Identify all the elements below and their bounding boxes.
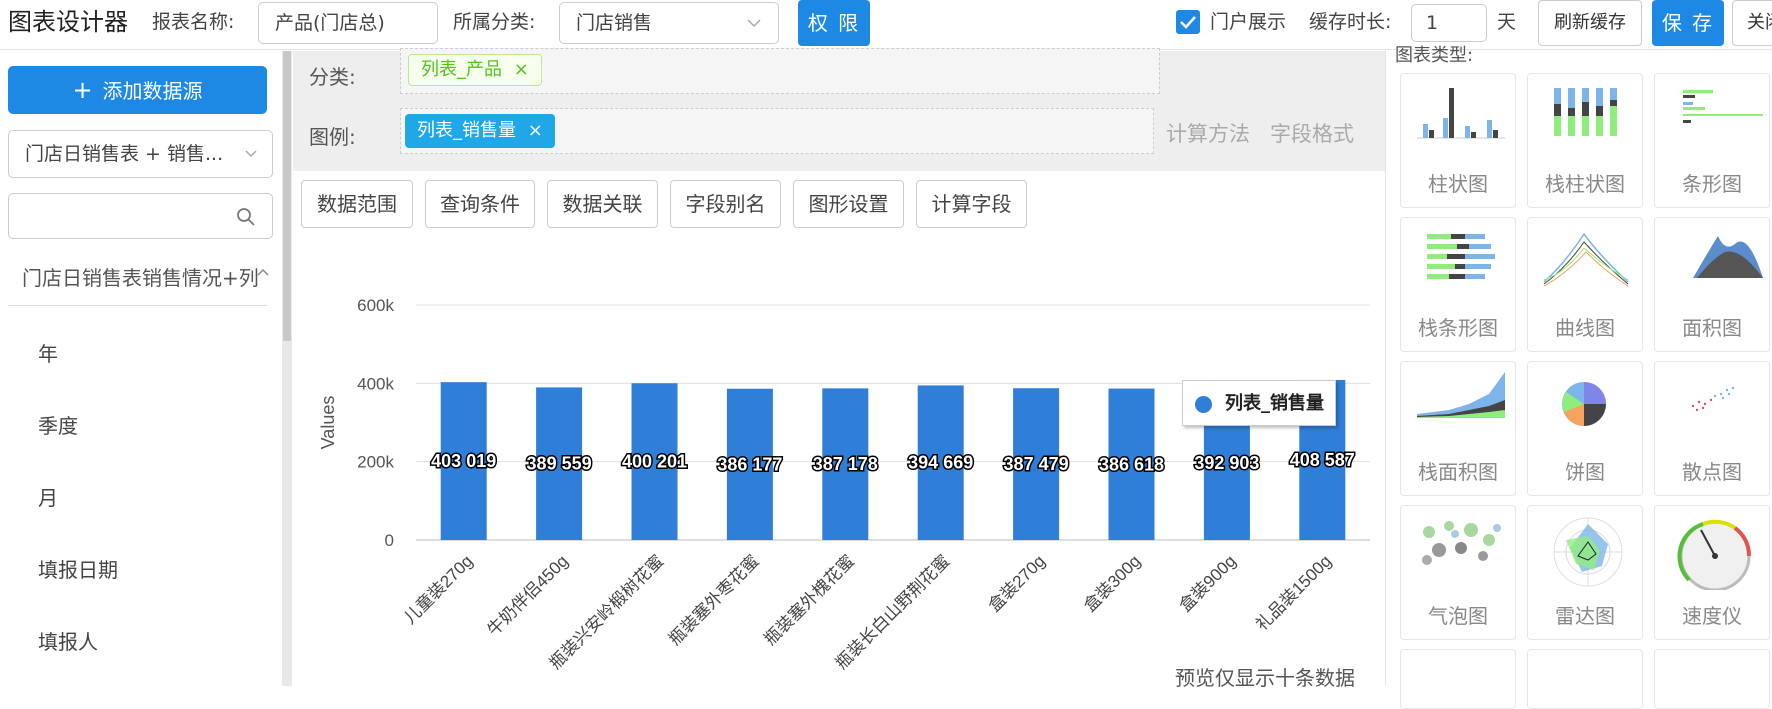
bubble-chart-icon	[1422, 521, 1501, 565]
chart-type-gauge[interactable]: 速度仪	[1654, 505, 1770, 640]
chart-type-bar[interactable]: 柱状图	[1400, 73, 1516, 208]
x-tick-label: 牛奶伴侣450g	[484, 551, 572, 639]
chart-type-label: 雷达图	[1555, 604, 1615, 628]
chart-type-label: 散点图	[1682, 460, 1742, 484]
bar-data-label: 386 177	[717, 454, 782, 474]
chart-type-label: 栈条形图	[1418, 316, 1498, 340]
chart-type-stacked-bar[interactable]: 栈柱状图	[1527, 73, 1643, 208]
area-chart-icon	[1693, 236, 1763, 278]
chart-type-scatter[interactable]: 散点图	[1654, 361, 1770, 496]
chart-type-label: 栈柱状图	[1545, 172, 1625, 196]
bar-data-label: 387 479	[1004, 454, 1069, 474]
bar-chart-icon	[1417, 88, 1505, 139]
y-tick-label: 600k	[357, 296, 394, 315]
y-axis-title: Values	[318, 396, 338, 450]
stacked-bar-chart-icon	[1554, 88, 1617, 136]
chart-type-label: 曲线图	[1555, 316, 1615, 340]
chart-type-stacked-area[interactable]: 栈面积图	[1400, 361, 1516, 496]
close-button[interactable]: 关闭	[1732, 0, 1772, 46]
bar-chart: 0 200k 400k 600k Values 403 019 儿童装270g 389 559…	[318, 296, 1370, 673]
chart-type-more[interactable]	[1654, 649, 1770, 709]
gauge-chart-icon	[1677, 519, 1752, 590]
cache-duration-input[interactable]: 1	[1411, 4, 1487, 42]
x-tick-label: 盒装270g	[985, 551, 1049, 615]
chart-type-title: 图表类型:	[1395, 45, 1474, 66]
chart-type-radar[interactable]: 雷达图	[1527, 505, 1643, 640]
bar-data-label: 389 559	[527, 454, 592, 474]
y-tick-label: 400k	[357, 374, 394, 393]
refresh-cache-button[interactable]: 刷新缓存	[1538, 0, 1642, 46]
chart-type-label: 柱状图	[1428, 172, 1488, 196]
chart-type-label: 饼图	[1565, 460, 1605, 484]
chart-type-label: 栈面积图	[1418, 460, 1498, 484]
bar-data-label: 386 618	[1099, 454, 1164, 474]
chart-type-label: 气泡图	[1428, 604, 1488, 628]
horizontal-bar-chart-icon	[1683, 90, 1763, 123]
x-tick-label: 盒装300g	[1080, 551, 1144, 615]
chart-legend[interactable]: 列表_销售量	[1182, 380, 1336, 426]
y-tick-label: 200k	[357, 453, 394, 472]
x-tick-label: 盒装900g	[1176, 551, 1240, 615]
line-chart-icon	[1543, 232, 1629, 287]
chart-type-more[interactable]	[1400, 649, 1516, 709]
radar-chart-icon	[1553, 517, 1623, 587]
stacked-horizontal-bar-icon	[1427, 234, 1495, 279]
chart-type-label: 速度仪	[1682, 604, 1742, 628]
save-button[interactable]: 保 存	[1652, 0, 1724, 46]
cache-unit-label: 天	[1497, 11, 1517, 33]
bar-data-label: 408 587	[1290, 450, 1355, 470]
chart-type-pie[interactable]: 饼图	[1527, 361, 1643, 496]
bar-data-label: 400 201	[622, 452, 687, 472]
chart-type-area[interactable]: 面积图	[1654, 217, 1770, 352]
x-tick-label: 瓶装塞外槐花蜜	[761, 551, 859, 649]
stacked-area-chart-icon	[1417, 372, 1505, 418]
chart-type-line[interactable]: 曲线图	[1527, 217, 1643, 352]
scatter-chart-icon	[1691, 386, 1735, 412]
chart-type-label: 条形图	[1682, 172, 1742, 196]
bar-data-label: 394 669	[908, 453, 973, 473]
pie-chart-icon	[1562, 382, 1606, 426]
preview-note: 预览仅显示十条数据	[1175, 666, 1355, 690]
y-tick-label: 0	[385, 531, 394, 550]
chart-type-label: 面积图	[1682, 316, 1742, 340]
bar-data-label: 403 019	[431, 451, 496, 471]
x-tick-label: 礼品装1500g	[1252, 551, 1335, 634]
chart-type-stacked-horizontal-bar[interactable]: 栈条形图	[1400, 217, 1516, 352]
bar-data-label: 387 178	[813, 454, 878, 474]
chart-type-more[interactable]	[1527, 649, 1643, 709]
bar-data-label: 392 903	[1194, 453, 1259, 473]
chart-type-bubble[interactable]: 气泡图	[1400, 505, 1516, 640]
x-tick-label: 瓶装塞外枣花蜜	[665, 551, 763, 649]
legend-series-label: 列表_销售量	[1225, 393, 1324, 414]
legend-marker	[1195, 396, 1212, 413]
chart-type-horizontal-bar[interactable]: 条形图	[1654, 73, 1770, 208]
x-tick-label: 儿童装270g	[400, 551, 476, 627]
